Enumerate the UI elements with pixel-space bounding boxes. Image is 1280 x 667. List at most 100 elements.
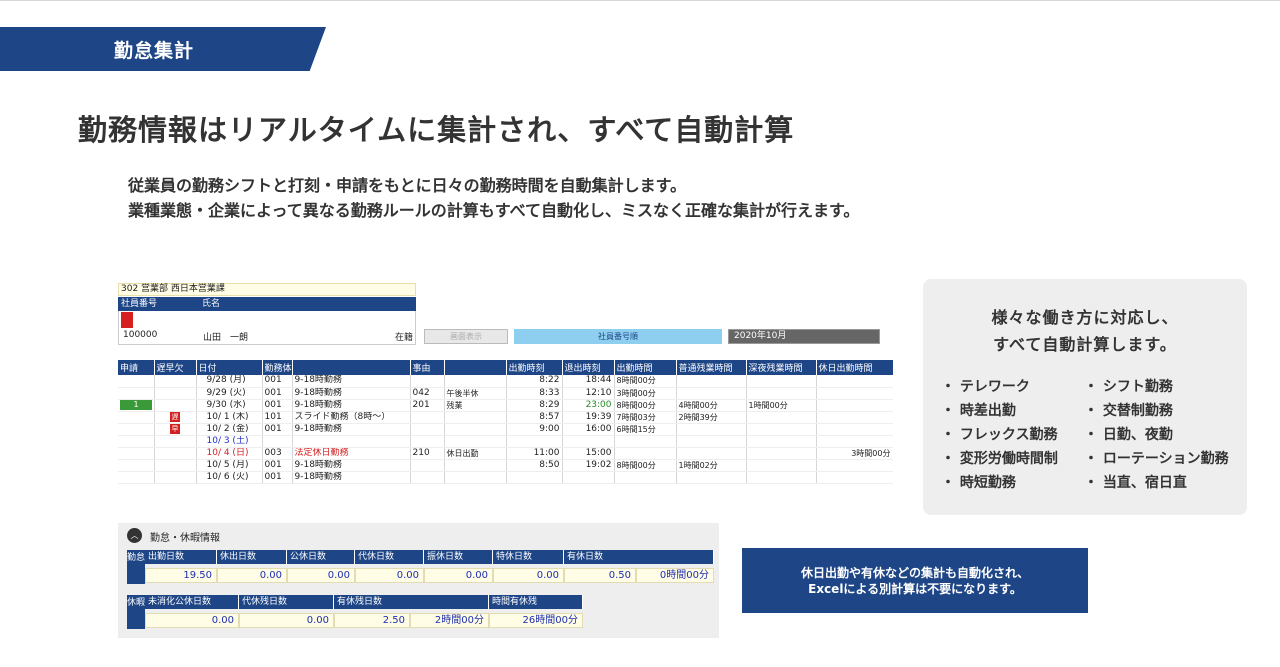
table-row[interactable]: 1 9/30 (水) 001 9-18時勤務 201 残業 8:29 23:00 8時間00分 4…: [118, 399, 893, 412]
employee-info: 100000 山田 一朗 在籍: [118, 311, 416, 345]
cell-holiday: [816, 435, 893, 448]
cell-out: [562, 471, 615, 484]
cell-night: [746, 447, 817, 460]
cell-work: [614, 435, 677, 448]
cell-in: [506, 435, 563, 448]
section-banner: 勤怠集計: [0, 27, 326, 71]
work-style-item: ・ ローテーション勤務: [1084, 451, 1229, 467]
cell-work: 6時間15分: [614, 423, 677, 436]
column-header: 出勤時間: [614, 360, 677, 375]
table-row[interactable]: 9/29 (火) 001 9-18時勤務 042 午後半休 8:33 12:10 3時間00分: [118, 387, 893, 400]
column-header: 退出時刻: [562, 360, 615, 375]
attendance-list-screenshot: 302 営業部 西日本営業課 社員番号 氏名 100000 山田 一朗 在籍 画…: [118, 280, 893, 500]
cell-reason-code: [410, 435, 445, 448]
cell-date: 10/ 4 (日): [196, 447, 263, 460]
cell-flag: 遅: [154, 411, 197, 424]
alert-marker-icon: [121, 312, 133, 328]
cell-ot: 2時間39分: [676, 411, 747, 424]
cell-flag: [154, 471, 197, 484]
work-styles-box: 様々な働き方に対応し、 すべて自動計算します。 ・ テレワーク ・ 時差出勤 ・…: [923, 279, 1247, 515]
late-early-flag: 早: [170, 423, 180, 434]
cell-work: 8時間00分: [614, 399, 677, 412]
table-row[interactable]: 遅 10/ 1 (木) 101 スライド勤務（8時～） 8:57 19:39 7時間03分 2…: [118, 411, 893, 424]
sort-by-employee-number-button[interactable]: 社員番号順: [514, 329, 722, 344]
attendance-value: 0.50: [564, 568, 636, 583]
note-line-1: 休日出勤や有休などの集計も自動化され、: [800, 566, 1030, 580]
cell-pattern: 9-18時勤務: [292, 375, 411, 388]
cell-ot: 4時間00分: [676, 399, 747, 412]
work-style-item: ・ 日勤、夜勤: [1084, 427, 1173, 443]
cell-code: [262, 435, 293, 448]
cell-flag: [154, 375, 197, 388]
chevron-up-icon[interactable]: ︿: [127, 528, 142, 543]
cell-date: 10/ 3 (土): [196, 435, 263, 448]
attendance-value: 19.50: [145, 568, 217, 583]
cell-flag: [154, 435, 197, 448]
cell-flag: 早: [154, 423, 197, 436]
cell-reason-code: [410, 423, 445, 436]
cell-holiday: [816, 423, 893, 436]
attendance-header: 休出日数: [217, 550, 287, 564]
cell-reason-code: [410, 411, 445, 424]
cell-date: 9/29 (火): [196, 387, 263, 400]
work-style-item: ・ フレックス勤務: [941, 427, 1058, 443]
cell-reason-code: [410, 459, 445, 472]
cell-flag: [154, 399, 197, 412]
attendance-value: 0.00: [355, 568, 424, 583]
cell-reason-code: [410, 471, 445, 484]
leave-header: 代休残日数: [239, 595, 334, 609]
table-row[interactable]: 10/ 6 (火) 001 9-18時勤務: [118, 471, 893, 484]
cell-code: 003: [262, 447, 293, 460]
cell-in: [506, 471, 563, 484]
table-row[interactable]: 早 10/ 2 (金) 001 9-18時勤務 9:00 16:00 6時間15分: [118, 423, 893, 436]
page-headline: 勤務情報はリアルタイムに集計され、すべて自動計算: [78, 113, 795, 147]
attendance-header: 公休日数: [287, 550, 355, 564]
cell-code: 001: [262, 387, 293, 400]
work-style-item: ・ シフト勤務: [1084, 379, 1173, 395]
leave-header: 未消化公休日数: [145, 595, 239, 609]
cell-apply: [118, 375, 155, 388]
late-early-flag: 遅: [170, 411, 180, 422]
table-row[interactable]: 10/ 3 (土): [118, 435, 893, 448]
table-row[interactable]: 9/28 (月) 001 9-18時勤務 8:22 18:44 8時間00分: [118, 375, 893, 388]
cell-out: 18:44: [562, 375, 615, 388]
intro-text: 従業員の勤務シフトと打刻・申請をもとに日々の勤務時間を自動集計します。 業種業態…: [128, 173, 859, 223]
column-header: 勤務体系: [262, 360, 293, 375]
column-header: [292, 360, 411, 375]
display-button[interactable]: 画面表示: [424, 329, 508, 344]
cell-apply: 1: [118, 399, 155, 412]
work-style-item: ・ 当直、宿日直: [1084, 475, 1187, 491]
employee-name-header: 氏名: [202, 299, 221, 309]
attendance-value: 0.00: [287, 568, 355, 583]
cell-in: 8:57: [506, 411, 563, 424]
cell-code: 001: [262, 375, 293, 388]
cell-out: 15:00: [562, 447, 615, 460]
cell-out: [562, 435, 615, 448]
cell-date: 9/30 (水): [196, 399, 263, 412]
application-badge[interactable]: 1: [120, 399, 152, 410]
table-row[interactable]: 10/ 4 (日) 003 法定休日勤務 210 休日出勤 11:00 15:00 3時間00…: [118, 447, 893, 460]
cell-ot: [676, 423, 747, 436]
cell-reason: [444, 435, 507, 448]
month-selector[interactable]: 2020年10月: [728, 329, 880, 344]
table-row[interactable]: 10/ 5 (月) 001 9-18時勤務 8:50 19:02 8時間00分 1時間02分: [118, 459, 893, 472]
cell-pattern: 9-18時勤務: [292, 459, 411, 472]
column-header: 出勤時刻: [506, 360, 563, 375]
cell-flag: [154, 459, 197, 472]
work-styles-title-2: すべて自動計算します。: [993, 335, 1177, 354]
cell-apply: [118, 435, 155, 448]
department-label: 302 営業部 西日本営業課: [118, 283, 416, 296]
cell-pattern: 9-18時勤務: [292, 387, 411, 400]
work-style-item: ・ 時短勤務: [941, 475, 1016, 491]
cell-out: 19:02: [562, 459, 615, 472]
column-header: 申請: [118, 360, 155, 375]
cell-reason-code: [410, 375, 445, 388]
cell-date: 10/ 1 (木): [196, 411, 263, 424]
cell-reason-code: 201: [410, 399, 445, 412]
attendance-row-label: 勤怠: [127, 550, 145, 584]
leave-header: 時間有休残: [489, 595, 583, 609]
cell-pattern: 9-18時勤務: [292, 423, 411, 436]
cell-apply: [118, 423, 155, 436]
cell-date: 9/28 (月): [196, 375, 263, 388]
cell-ot: [676, 387, 747, 400]
